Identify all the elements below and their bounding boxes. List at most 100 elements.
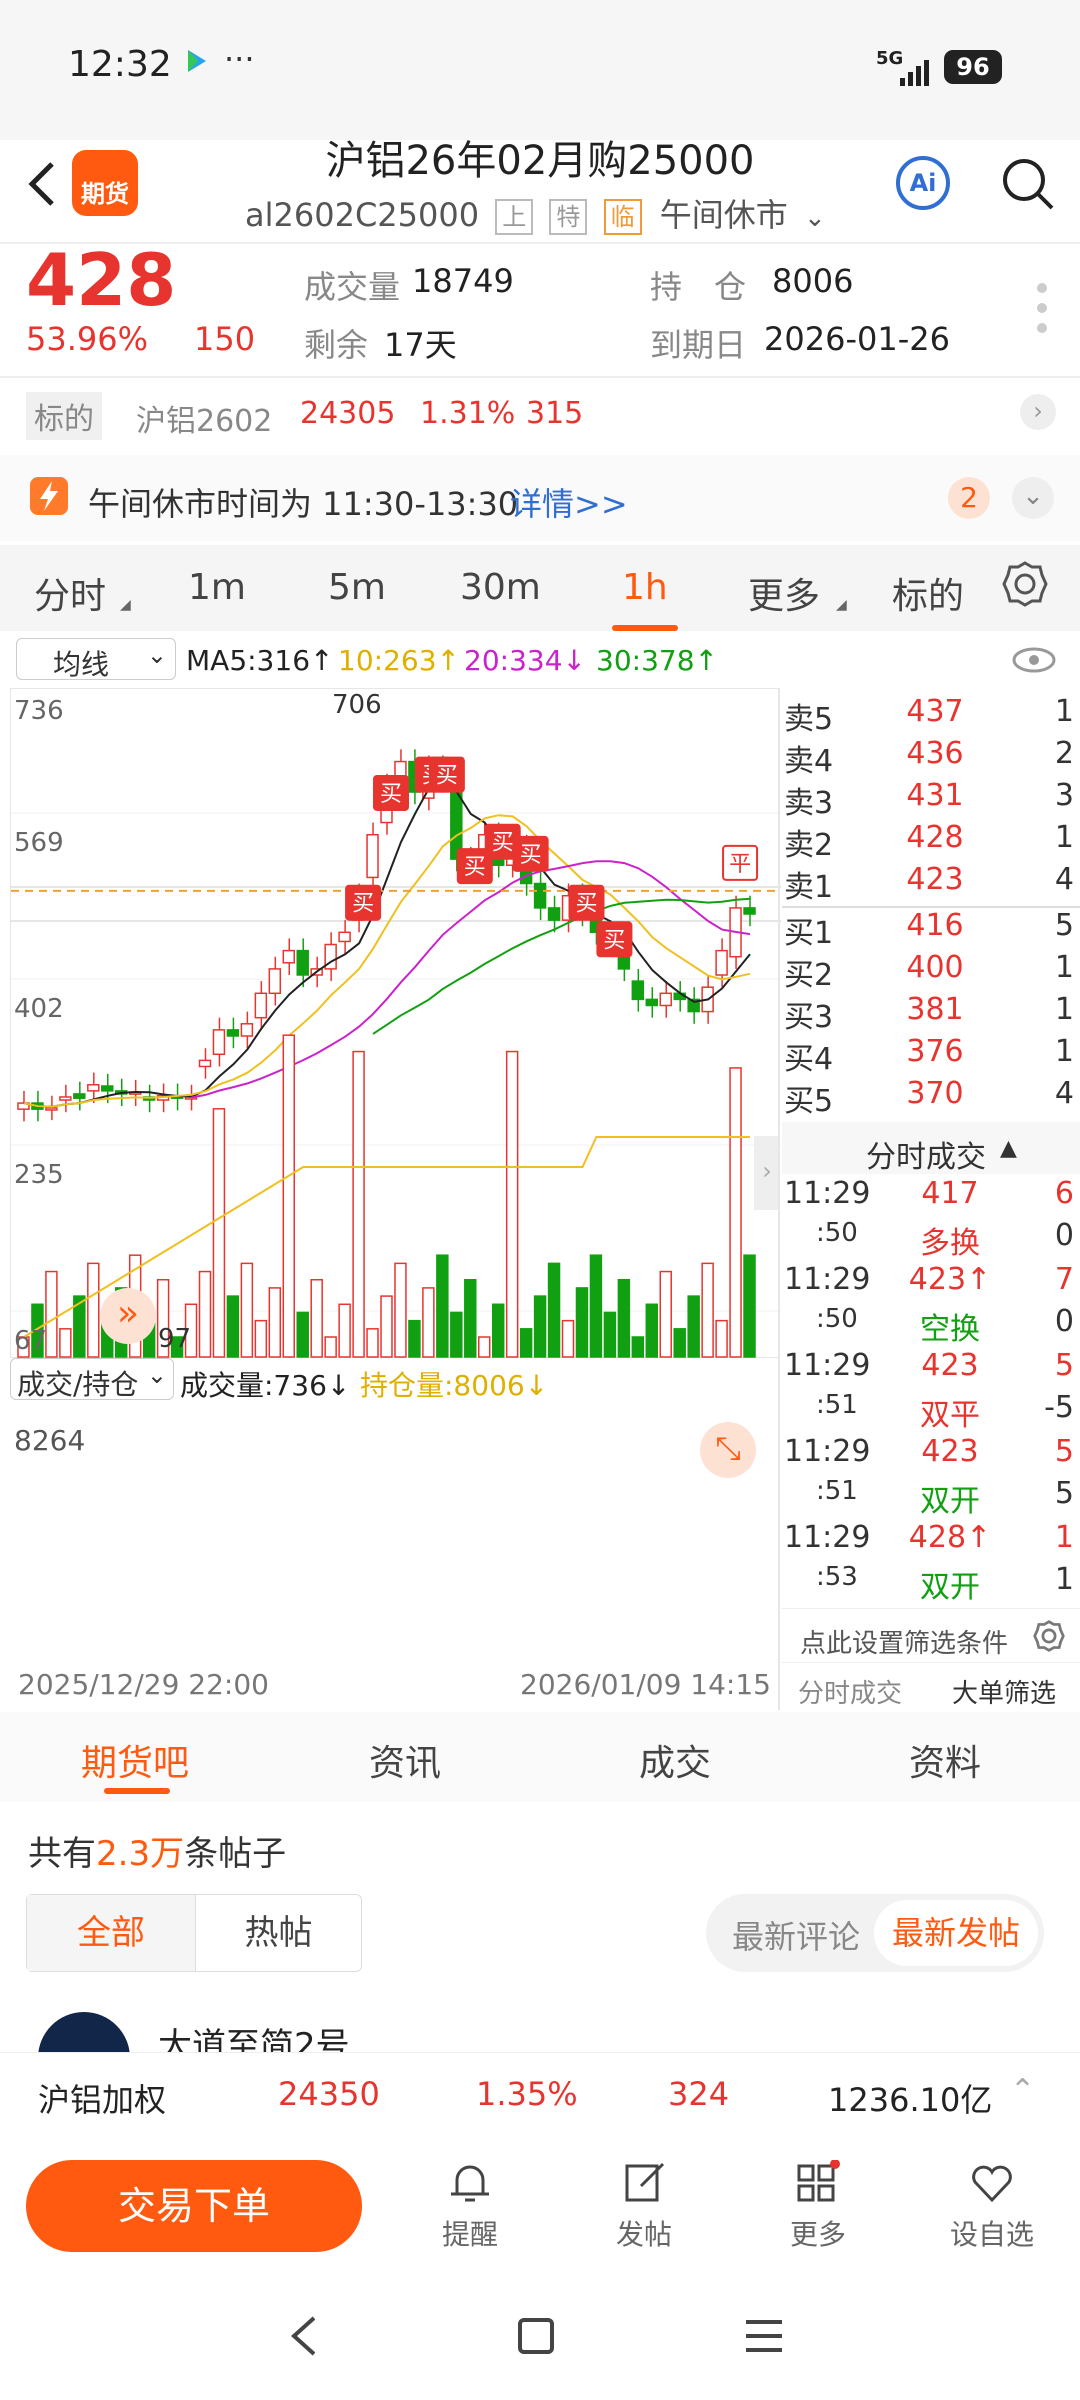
ticks-tabs: 分时成交 大单筛选 — [782, 1662, 1080, 1710]
post-button[interactable]: 发帖 — [584, 2160, 704, 2253]
underlying-name: 沪铝2602 — [136, 404, 273, 439]
bottom-ticker[interactable]: 沪铝加权 24350 1.35% 324 1236.10亿 ⌃ — [0, 2052, 1080, 2138]
nav-back-icon[interactable] — [286, 2314, 322, 2362]
filter-hot-button[interactable]: 热帖 — [195, 1895, 361, 1971]
ask-row[interactable]: 卖4 436 2 — [780, 736, 1080, 779]
ask-row[interactable]: 卖1 423 4 — [780, 862, 1080, 905]
eye-icon[interactable] — [1012, 646, 1056, 678]
ask-row[interactable]: 卖2 428 1 — [780, 820, 1080, 863]
volume-bar — [324, 1336, 337, 1358]
filter-all-button[interactable]: 全部 — [27, 1895, 195, 1971]
more-label: 更多 — [789, 2218, 846, 2251]
tab-forum[interactable]: 期货吧 — [0, 1734, 270, 1786]
bid-row[interactable]: 买3 381 1 — [780, 992, 1080, 1035]
page-title: 沪铝26年02月购25000 — [325, 138, 755, 184]
candle-body — [268, 968, 282, 995]
indicator-select-value: 均线 — [53, 648, 110, 681]
ask-row[interactable]: 卖5 437 1 — [780, 694, 1080, 737]
chevron-down-icon: ⌄ — [146, 1361, 167, 1389]
tab-intraday[interactable]: 分时 — [34, 567, 106, 619]
notice-detail-link[interactable]: 详情>> — [510, 479, 628, 525]
contract-subtitle[interactable]: al2602C25000 上 特 临 午间休市 ⌄ — [245, 190, 826, 236]
volume-panel-select-value: 成交/持仓 — [17, 1368, 139, 1401]
volume-bar — [478, 1336, 491, 1358]
search-icon[interactable] — [1000, 156, 1056, 216]
volume-panel-select[interactable]: 成交/持仓 ⌄ — [10, 1358, 174, 1401]
ticks-header[interactable]: 分时成交 ▲ — [782, 1122, 1080, 1175]
underlying-price: 24305 — [300, 396, 396, 431]
tab-30m[interactable]: 30m — [460, 567, 541, 608]
tab-5m[interactable]: 5m — [328, 567, 386, 608]
ticker-pct: 1.35% — [476, 2075, 578, 2113]
tab-news[interactable]: 资讯 — [270, 1734, 540, 1786]
tab-ticks[interactable]: 分时成交 — [798, 1673, 902, 1710]
tick-time: 11:29 — [784, 1520, 871, 1555]
more-dots-icon: ··· — [224, 40, 255, 78]
signal-label: 买 — [575, 892, 597, 917]
signal-label: 买 — [352, 892, 374, 917]
underlying-row[interactable]: 标的 沪铝2602 24305 1.31% 315 › — [0, 378, 1080, 452]
volume-bar — [519, 1328, 533, 1358]
expand-chart-icon[interactable]: » — [100, 1288, 156, 1344]
sort-latest-post[interactable]: 最新发帖 — [874, 1900, 1038, 1966]
back-button[interactable] — [22, 158, 62, 210]
open-interest-indicator: 持仓量:8006↓ — [360, 1369, 549, 1402]
post-count-suffix: 条帖子 — [184, 1834, 287, 1874]
y-tick-label: 736 — [14, 696, 64, 726]
ai-assistant-icon[interactable]: Ai — [896, 156, 950, 210]
bid-row[interactable]: 买5 370 4 — [780, 1076, 1080, 1119]
collapse-orderbook-icon[interactable]: › — [754, 1136, 780, 1210]
ask-row[interactable]: 卖3 431 3 — [780, 778, 1080, 821]
level-name: 卖5 — [784, 702, 834, 737]
heart-plus-icon — [972, 2165, 1012, 2203]
tab-large-orders[interactable]: 大单筛选 — [952, 1673, 1056, 1710]
more-button[interactable]: 更多 — [758, 2159, 878, 2253]
tick-sub-row: :50 多换 0 — [780, 1218, 1080, 1261]
bid-row[interactable]: 买1 416 5 — [780, 908, 1080, 951]
low-label: 97 — [158, 1324, 192, 1354]
ticker-price: 24350 — [278, 2075, 380, 2113]
volume-bar — [687, 1295, 700, 1358]
sort-latest-comment[interactable]: 最新评论 — [732, 1912, 860, 1958]
tick-qty: 1 — [1054, 1520, 1074, 1555]
edit-icon — [625, 2162, 665, 2202]
tab-profile[interactable]: 资料 — [810, 1734, 1080, 1786]
trade-order-button[interactable]: 交易下单 — [26, 2160, 362, 2252]
nav-menu-icon[interactable] — [744, 2316, 784, 2360]
gear-icon[interactable] — [1000, 559, 1050, 613]
tick-qty: 5 — [1054, 1434, 1074, 1469]
tick-qty: 7 — [1054, 1262, 1074, 1297]
volume-bar — [338, 1303, 351, 1358]
level-price: 416 — [906, 908, 964, 943]
tab-more[interactable]: 更多 — [748, 567, 820, 619]
x-start-label: 2025/12/29 22:00 — [18, 1668, 269, 1701]
watchlist-button[interactable]: 设自选 — [932, 2160, 1052, 2253]
expand-notice-icon[interactable]: ⌄ — [1012, 477, 1054, 519]
bid-row[interactable]: 买4 376 1 — [780, 1034, 1080, 1077]
tab-1m[interactable]: 1m — [188, 567, 246, 608]
nav-home-icon[interactable] — [516, 2316, 556, 2360]
alert-button[interactable]: 提醒 — [410, 2160, 530, 2253]
more-vertical-icon[interactable] — [1036, 282, 1048, 338]
candlestick-chart[interactable]: 买买买买买买买买买平 — [10, 688, 781, 1358]
candle-body — [101, 1085, 114, 1092]
underlying-change: 315 — [526, 396, 584, 431]
filter-setting-row[interactable]: 点此设置筛选条件 — [782, 1608, 1080, 1662]
ticks-title: 分时成交 — [866, 1140, 986, 1175]
bell-icon — [451, 2165, 489, 2202]
tick-row: 11:29 423↑ 7 — [780, 1262, 1080, 1304]
tab-trades[interactable]: 成交 — [540, 1734, 810, 1786]
volume-bar — [575, 1287, 589, 1358]
tab-underlying[interactable]: 标的 — [892, 567, 964, 619]
indicator-select[interactable]: 均线 ⌄ — [16, 638, 176, 681]
level-price: 437 — [906, 694, 964, 729]
fullscreen-icon[interactable]: ⤡ — [700, 1422, 756, 1478]
bid-row[interactable]: 买2 400 1 — [780, 950, 1080, 993]
tab-1h[interactable]: 1h — [622, 567, 668, 608]
volume-max-label: 8264 — [14, 1424, 86, 1457]
underlying-pct: 1.31% — [420, 396, 516, 431]
notice-bar[interactable]: 午间休市时间为 11:30-13:30 详情>> 2 ⌄ — [0, 455, 1080, 541]
tick-seconds: :51 — [816, 1476, 858, 1506]
tick-time: 11:29 — [784, 1176, 871, 1211]
level-name: 买4 — [784, 1042, 834, 1077]
